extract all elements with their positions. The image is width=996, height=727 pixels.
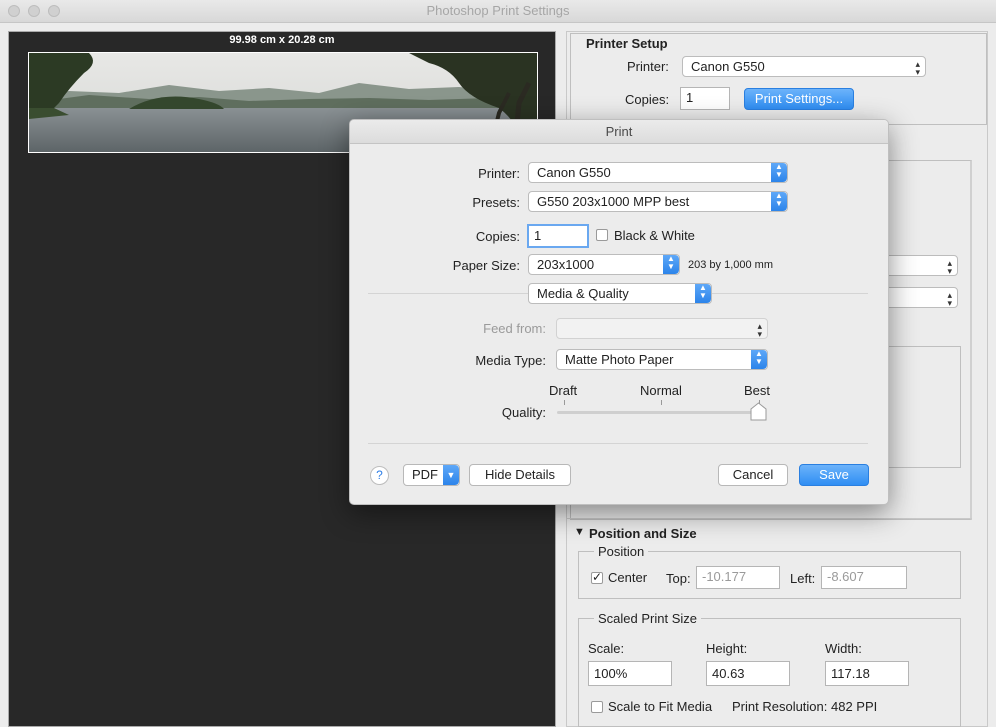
quality-tick-draft: Draft — [549, 383, 578, 398]
chevron-updown-icon: ▴ ▾ — [915, 59, 920, 77]
black-white-checkbox[interactable] — [596, 229, 608, 241]
checkmark-icon: ✓ — [592, 570, 603, 584]
quality-tick-best: Best — [744, 383, 771, 398]
chevron-updown-icon: ▲ ▼ — [663, 255, 679, 274]
feed-from-select: ▴ ▾ — [556, 318, 768, 339]
hide-details-button[interactable]: Hide Details — [469, 464, 571, 486]
height-label: Height: — [706, 641, 748, 656]
paper-size-value: 203x1000 — [537, 257, 595, 272]
scale-label: Scale: — [588, 641, 625, 656]
chevron-updown-icon: ▲ ▼ — [751, 350, 767, 369]
printer-select[interactable]: Canon G550 ▴ ▾ — [682, 56, 926, 77]
section-select[interactable]: Media & Quality ▲ ▼ — [528, 283, 712, 304]
cancel-button[interactable]: Cancel — [718, 464, 788, 486]
chevron-updown-icon: ▴ ▾ — [757, 321, 762, 339]
chevron-updown-icon: ▴ ▾ — [947, 290, 952, 308]
dialog-copies-label: Copies: — [475, 229, 520, 244]
scaled-size-group-label: Scaled Print Size — [594, 611, 701, 626]
pdf-menu-button[interactable]: PDF ▼ — [403, 464, 460, 486]
section-value: Media & Quality — [537, 286, 629, 301]
center-label: Center — [608, 570, 648, 585]
quality-slider-track[interactable] — [557, 411, 763, 414]
disclosure-triangle-icon[interactable]: ▼ — [574, 526, 585, 538]
scale-field[interactable]: 100% — [588, 661, 672, 686]
media-type-label: Media Type: — [475, 353, 546, 368]
window-title: Photoshop Print Settings — [426, 3, 570, 18]
chevron-down-icon: ▼ — [443, 465, 459, 485]
feed-from-label: Feed from: — [483, 321, 546, 336]
quality-tick-normal: Normal — [640, 383, 682, 398]
copies-label: Copies: — [625, 92, 670, 107]
print-settings-button[interactable]: Print Settings... — [744, 88, 854, 110]
separator — [368, 443, 868, 444]
quality-label: Quality: — [501, 405, 546, 420]
center-checkbox[interactable]: ✓ — [591, 570, 603, 584]
divider — [566, 518, 972, 519]
media-type-select[interactable]: Matte Photo Paper ▲ ▼ — [556, 349, 768, 370]
width-label: Width: — [825, 641, 862, 656]
pdf-label: PDF — [412, 467, 438, 482]
left-label: Left: — [790, 571, 816, 586]
width-field[interactable]: 117.18 — [825, 661, 909, 686]
scale-to-fit-checkbox[interactable] — [591, 701, 603, 713]
presets-label: Presets: — [472, 195, 520, 210]
scale-to-fit-label: Scale to Fit Media — [608, 699, 713, 714]
tick-mark — [564, 400, 565, 405]
printer-select-value: Canon G550 — [691, 59, 765, 74]
printer-setup-heading: Printer Setup — [586, 36, 668, 51]
save-button[interactable]: Save — [799, 464, 869, 486]
top-label: Top: — [666, 571, 691, 586]
height-field[interactable]: 40.63 — [706, 661, 790, 686]
media-type-value: Matte Photo Paper — [565, 352, 674, 367]
dialog-title: Print — [350, 120, 888, 144]
position-size-heading: Position and Size — [589, 526, 697, 541]
chevron-updown-icon: ▲ ▼ — [771, 192, 787, 211]
copies-field[interactable]: 1 — [680, 87, 730, 110]
dialog-copies-field[interactable]: 1 — [527, 224, 589, 248]
dialog-printer-label: Printer: — [478, 166, 520, 181]
left-field[interactable]: -8.607 — [821, 566, 907, 589]
help-button[interactable]: ? — [370, 466, 389, 485]
black-white-label: Black & White — [614, 228, 695, 243]
paper-size-label: Paper Size: — [452, 258, 520, 273]
chevron-updown-icon: ▲ ▼ — [771, 163, 787, 182]
dialog-printer-select[interactable]: Canon G550 ▲ ▼ — [528, 162, 788, 183]
quality-slider-thumb[interactable] — [750, 402, 767, 421]
tick-mark — [661, 400, 662, 405]
paper-size-description: 203 by 1,000 mm — [688, 259, 773, 271]
chevron-updown-icon: ▴ ▾ — [947, 258, 952, 276]
chevron-updown-icon: ▲ ▼ — [695, 284, 711, 303]
print-resolution: Print Resolution: 482 PPI — [732, 699, 878, 714]
dialog-printer-value: Canon G550 — [537, 165, 611, 180]
paper-size-select[interactable]: 203x1000 ▲ ▼ — [528, 254, 680, 275]
print-dimensions: 99.98 cm x 20.28 cm — [229, 34, 335, 46]
presets-select[interactable]: G550 203x1000 MPP best ▲ ▼ — [528, 191, 788, 212]
print-dialog: Print Printer: Canon G550 ▲ ▼ Presets: G5… — [349, 119, 889, 505]
presets-value: G550 203x1000 MPP best — [537, 194, 690, 209]
printer-label: Printer: — [627, 59, 669, 74]
top-field[interactable]: -10.177 — [696, 566, 780, 589]
position-group-label: Position — [594, 544, 649, 559]
